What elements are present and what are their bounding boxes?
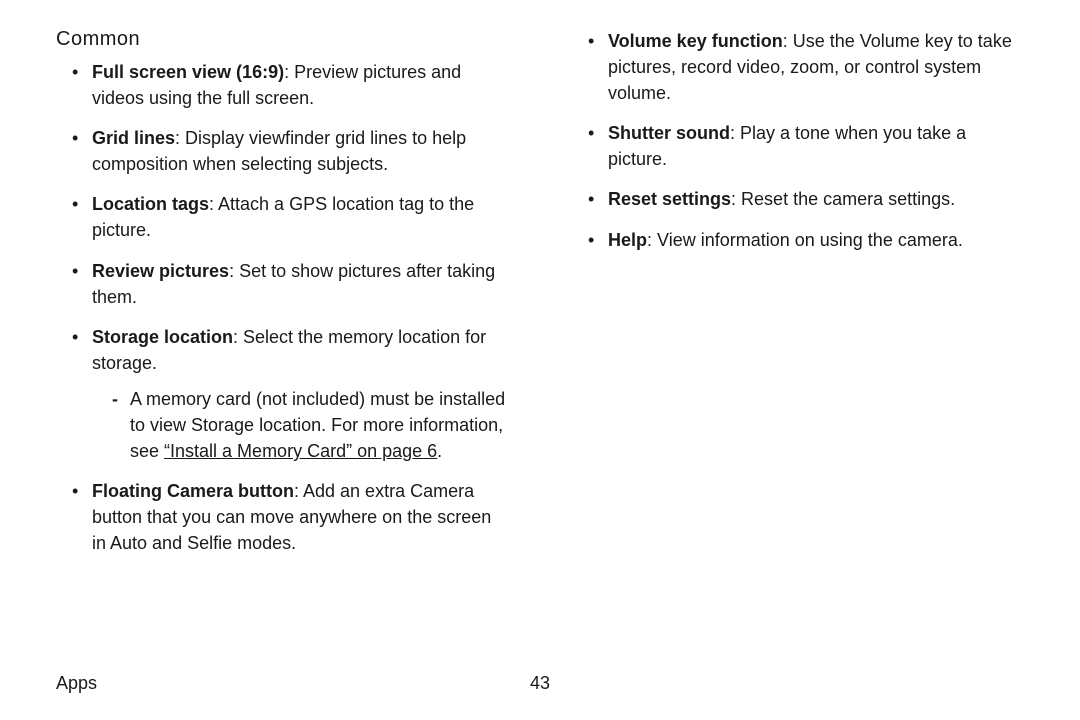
desc: : Reset the camera settings. [731,189,955,209]
left-list: Full screen view (16:9): Preview picture… [56,59,508,557]
list-item: Full screen view (16:9): Preview picture… [76,59,508,111]
list-item: Shutter sound: Play a tone when you take… [592,120,1024,172]
list-item: Grid lines: Display viewfinder grid line… [76,125,508,177]
term: Help [608,230,647,250]
term: Reset settings [608,189,731,209]
list-item: Volume key function: Use the Volume key … [592,28,1024,106]
term: Review pictures [92,261,229,281]
term: Grid lines [92,128,175,148]
list-item: Storage location: Select the memory loca… [76,324,508,464]
term: Floating Camera button [92,481,294,501]
term: Shutter sound [608,123,730,143]
link-install-memory-card[interactable]: “Install a Memory Card” on page 6 [164,441,437,461]
content-columns: Common Full screen view (16:9): Preview … [56,28,1024,557]
page-footer: Apps 43 [56,673,1024,694]
list-item: Location tags: Attach a GPS location tag… [76,191,508,243]
footer-page-number: 43 [530,673,550,694]
footer-section: Apps [56,673,97,694]
list-item: Review pictures: Set to show pictures af… [76,258,508,310]
list-item: Reset settings: Reset the camera setting… [592,186,1024,212]
term: Volume key function [608,31,783,51]
page: Common Full screen view (16:9): Preview … [0,0,1080,720]
left-column: Common Full screen view (16:9): Preview … [56,28,508,557]
term: Storage location [92,327,233,347]
section-heading: Common [56,28,508,51]
list-item: Floating Camera button: Add an extra Cam… [76,478,508,556]
sub-list-item: A memory card (not included) must be ins… [112,386,508,464]
right-list: Volume key function: Use the Volume key … [572,28,1024,253]
list-item: Help: View information on using the came… [592,227,1024,253]
term: Full screen view (16:9) [92,62,284,82]
term: Location tags [92,194,209,214]
right-column: Volume key function: Use the Volume key … [572,28,1024,557]
sub-post: . [437,441,442,461]
desc: : View information on using the camera. [647,230,963,250]
sub-list: A memory card (not included) must be ins… [112,386,508,464]
